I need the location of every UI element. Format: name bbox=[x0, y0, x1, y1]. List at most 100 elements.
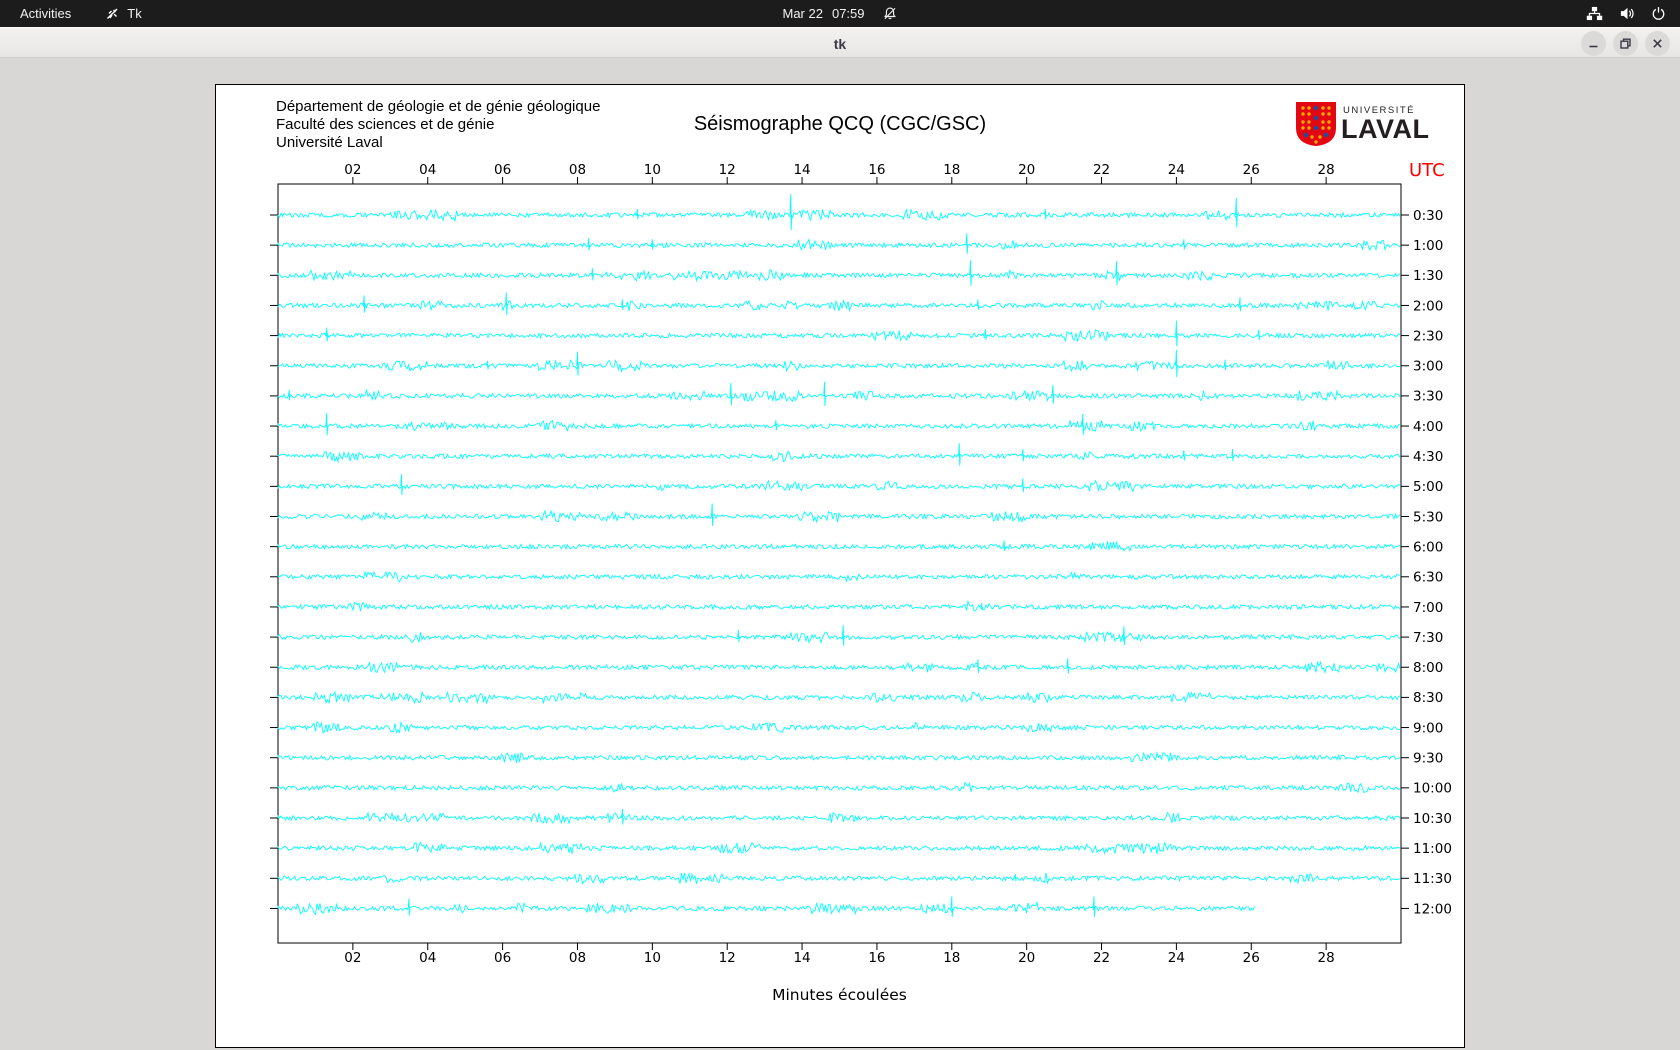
axis-label: 08 bbox=[569, 950, 586, 966]
trace-row bbox=[277, 503, 1401, 526]
trace-time-label: 2:00 bbox=[1413, 298, 1443, 314]
axis-label: 18 bbox=[943, 950, 960, 966]
window-titlebar[interactable]: tk bbox=[0, 27, 1680, 58]
axis-label: 02 bbox=[344, 950, 361, 966]
trace-time-label: 5:00 bbox=[1413, 479, 1443, 495]
axis-label: 10 bbox=[644, 950, 661, 966]
trace-row bbox=[277, 781, 1401, 794]
trace-time-label: 11:00 bbox=[1413, 841, 1452, 857]
trace-row bbox=[277, 193, 1401, 231]
axis-label: 04 bbox=[419, 950, 436, 966]
plot-border bbox=[277, 183, 1402, 944]
close-button[interactable] bbox=[1645, 31, 1670, 56]
trace-row bbox=[277, 599, 1401, 612]
trace-row bbox=[277, 412, 1400, 436]
gnome-topbar: Activities Tk Mar 22 07:59 bbox=[0, 0, 1680, 27]
trace-row bbox=[277, 808, 1401, 825]
maximize-button[interactable] bbox=[1613, 31, 1638, 56]
trace-row bbox=[277, 474, 1401, 496]
trace-time-label: 11:30 bbox=[1413, 871, 1452, 887]
system-status-area[interactable] bbox=[1586, 6, 1666, 21]
axis-label: 02 bbox=[344, 162, 361, 178]
trace-row bbox=[277, 720, 1401, 735]
trace-row bbox=[277, 658, 1401, 674]
trace-time-label: 7:00 bbox=[1413, 600, 1443, 616]
axis-label: 14 bbox=[793, 162, 810, 178]
window-title: tk bbox=[833, 35, 847, 52]
trace-time-label: 6:00 bbox=[1413, 539, 1443, 555]
trace-row bbox=[277, 381, 1401, 407]
trace-time-label: 10:00 bbox=[1413, 781, 1452, 797]
trace-time-label: 9:30 bbox=[1413, 751, 1443, 767]
trace-row bbox=[277, 690, 1401, 705]
seismograph-plot: 02 02 04 04 06 06 08 08 10 10 12 12 14 14 16 16 18 18 20 20… bbox=[270, 160, 1452, 1004]
trace-time-label: 3:00 bbox=[1413, 359, 1443, 375]
axis-label: 18 bbox=[943, 162, 960, 178]
trace-time-label: 7:30 bbox=[1413, 630, 1443, 646]
utc-label: UTC bbox=[1409, 160, 1445, 181]
trace-row bbox=[277, 349, 1401, 378]
trace-time-label: 6:30 bbox=[1413, 570, 1443, 586]
axis-label: 28 bbox=[1318, 950, 1335, 966]
trace-time-label: 4:00 bbox=[1413, 419, 1443, 435]
activities-button[interactable]: Activities bbox=[20, 6, 71, 21]
axis-label: 26 bbox=[1243, 950, 1260, 966]
axis-label: 16 bbox=[868, 950, 885, 966]
trace-time-label: 0:30 bbox=[1413, 208, 1443, 224]
trace-row bbox=[277, 841, 1401, 855]
trace-row bbox=[277, 320, 1401, 347]
axis-label: 06 bbox=[494, 162, 511, 178]
trace-time-label: 9:00 bbox=[1413, 720, 1443, 736]
trace-time-label: 10:30 bbox=[1413, 811, 1452, 827]
trace-row bbox=[277, 625, 1401, 646]
trace-time-label: 12:00 bbox=[1413, 901, 1452, 917]
axis-label: 04 bbox=[419, 162, 436, 178]
trace-time-label: 5:30 bbox=[1413, 509, 1443, 525]
axis-label: 24 bbox=[1168, 162, 1185, 178]
clock-time: 07:59 bbox=[831, 6, 865, 21]
trace-row bbox=[277, 540, 1401, 553]
minimize-button[interactable] bbox=[1581, 31, 1606, 56]
axis-label: 26 bbox=[1243, 162, 1260, 178]
axis-label: 20 bbox=[1018, 950, 1035, 966]
trace-time-label: 4:30 bbox=[1413, 449, 1443, 465]
axis-label: 22 bbox=[1093, 162, 1110, 178]
trace-time-label: 1:30 bbox=[1413, 268, 1443, 284]
x-axis-title: Minutes écoulées bbox=[772, 986, 907, 1004]
trace-row bbox=[277, 751, 1401, 764]
window-content: Département de géologie et de génie géol… bbox=[0, 59, 1680, 1050]
axis-label: 08 bbox=[569, 162, 586, 178]
trace-row bbox=[277, 233, 1401, 254]
app-menu-label: Tk bbox=[127, 6, 142, 21]
axis-label: 12 bbox=[719, 162, 736, 178]
axis-label: 24 bbox=[1168, 950, 1185, 966]
trace-time-label: 8:00 bbox=[1413, 660, 1443, 676]
notifications-muted-icon bbox=[883, 6, 898, 21]
trace-time-label: 3:30 bbox=[1413, 389, 1443, 405]
trace-row bbox=[277, 292, 1401, 315]
trace-row bbox=[277, 570, 1400, 583]
axis-label: 12 bbox=[719, 950, 736, 966]
axis-label: 10 bbox=[644, 162, 661, 178]
trace-row bbox=[277, 260, 1401, 287]
axis-label: 14 bbox=[793, 950, 810, 966]
trace-row bbox=[277, 896, 1255, 918]
trace-time-label: 2:30 bbox=[1413, 328, 1443, 344]
app-menu-button[interactable]: Tk bbox=[105, 6, 142, 21]
trace-row bbox=[277, 443, 1401, 466]
axis-label: 20 bbox=[1018, 162, 1035, 178]
axis-label: 28 bbox=[1318, 162, 1335, 178]
clock-date: Mar 22 bbox=[782, 6, 823, 21]
seismograph-canvas[interactable]: Département de géologie et de génie géol… bbox=[215, 84, 1465, 1048]
network-wired-icon bbox=[1586, 6, 1603, 21]
axis-label: 22 bbox=[1093, 950, 1110, 966]
axis-label: 06 bbox=[494, 950, 511, 966]
trace-time-label: 1:00 bbox=[1413, 238, 1443, 254]
axis-label: 16 bbox=[868, 162, 885, 178]
power-icon bbox=[1651, 6, 1666, 21]
clock-menu[interactable]: Mar 22 07:59 bbox=[782, 6, 897, 21]
trace-time-label: 8:30 bbox=[1413, 690, 1443, 706]
trace-row bbox=[277, 872, 1400, 885]
volume-icon bbox=[1619, 6, 1635, 21]
tk-icon bbox=[105, 6, 120, 21]
